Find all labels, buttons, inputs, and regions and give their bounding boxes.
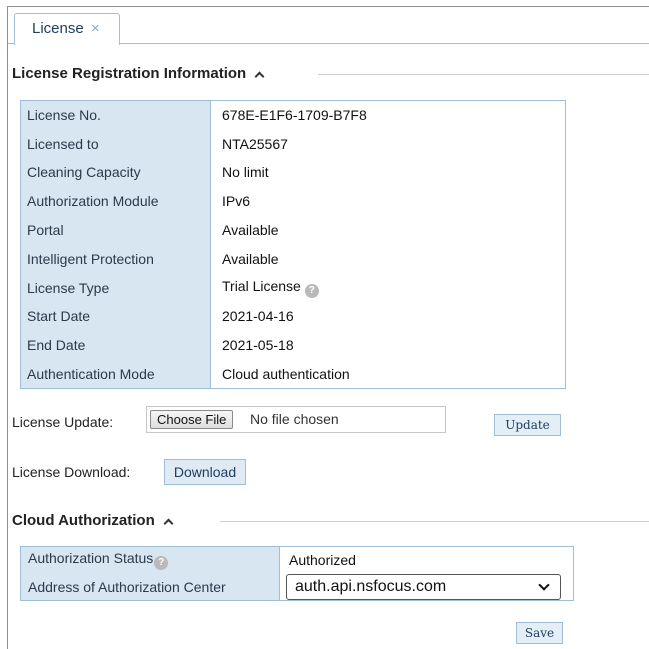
row-key: Authorization Module	[20, 186, 211, 216]
table-row: License Type Trial License?	[20, 273, 566, 303]
row-value: 2021-05-18	[210, 330, 566, 360]
table-row: License No. 678E-E1F6-1709-B7F8	[20, 100, 566, 130]
authorization-center-value: auth.api.nsfocus.com	[295, 577, 447, 595]
license-section-title: License Registration Information	[12, 65, 247, 82]
row-key: Portal	[20, 215, 211, 245]
license-info-table: License No. 678E-E1F6-1709-B7F8 Licensed …	[20, 100, 566, 389]
table-row: Start Date 2021-04-16	[20, 302, 566, 331]
row-value: NTA25567	[210, 129, 566, 159]
row-value: Available	[210, 215, 566, 245]
help-icon[interactable]: ?	[154, 556, 169, 571]
choose-file-button[interactable]: Choose File	[150, 410, 234, 429]
row-value: 678E-E1F6-1709-B7F8	[210, 100, 566, 130]
tab-bar: License ×	[8, 7, 649, 45]
no-file-chosen-text: No file chosen	[250, 411, 339, 427]
row-key: Authorization Status?	[20, 546, 280, 574]
table-row: End Date 2021-05-18	[20, 330, 566, 360]
table-row: Address of Authorization Center auth.api…	[20, 573, 574, 601]
row-key: License Type	[20, 273, 211, 303]
table-row: Portal Available	[20, 215, 566, 245]
update-button[interactable]: Update	[494, 414, 561, 436]
license-section-header[interactable]: License Registration Information	[12, 64, 264, 84]
row-value: IPv6	[210, 186, 566, 216]
authorization-center-select[interactable]: auth.api.nsfocus.com	[286, 573, 561, 600]
download-button[interactable]: Download	[164, 459, 246, 485]
cloud-auth-table: Authorization Status? Authorized Address…	[20, 546, 574, 601]
row-key: Authentication Mode	[20, 359, 211, 389]
table-row: Authorization Module IPv6	[20, 186, 566, 216]
table-row: Authentication Mode Cloud authentication	[20, 359, 566, 389]
row-value: No limit	[210, 158, 566, 187]
table-row: Licensed to NTA25567	[20, 129, 566, 159]
tab-license-label: License	[32, 20, 84, 37]
section-divider	[318, 74, 649, 75]
chevron-down-icon	[538, 579, 550, 591]
row-key: License No.	[20, 100, 211, 130]
help-icon[interactable]: ?	[304, 283, 319, 298]
section-divider	[220, 521, 649, 522]
authorization-status-value: Authorized	[279, 546, 574, 574]
save-button[interactable]: Save	[516, 622, 563, 644]
row-value: Cloud authentication	[210, 359, 566, 389]
row-value-license-type: Trial License?	[210, 273, 566, 303]
row-key: Start Date	[20, 302, 211, 331]
cloud-section-title: Cloud Authorization	[12, 512, 155, 529]
close-icon[interactable]: ×	[91, 20, 100, 37]
collapse-caret-icon[interactable]	[163, 516, 173, 526]
license-type-value: Trial License	[222, 277, 301, 294]
row-key: Intelligent Protection	[20, 244, 211, 274]
tab-license[interactable]: License ×	[14, 13, 120, 45]
license-download-label: License Download:	[12, 464, 131, 480]
authorization-status-label: Authorization Status	[28, 550, 154, 567]
row-key: Cleaning Capacity	[20, 158, 211, 187]
license-update-label: License Update:	[12, 414, 114, 430]
collapse-caret-icon[interactable]	[254, 69, 264, 79]
row-key: Licensed to	[20, 129, 211, 159]
row-value: auth.api.nsfocus.com	[279, 573, 574, 601]
table-row: Intelligent Protection Available	[20, 244, 566, 274]
row-key: Address of Authorization Center	[20, 573, 280, 601]
table-row: Cleaning Capacity No limit	[20, 158, 566, 187]
file-input[interactable]: Choose File No file chosen	[146, 406, 446, 433]
cloud-section-header[interactable]: Cloud Authorization	[12, 511, 173, 531]
row-value: Available	[210, 244, 566, 274]
row-key: End Date	[20, 330, 211, 360]
row-value: 2021-04-16	[210, 302, 566, 331]
table-row: Authorization Status? Authorized	[20, 546, 574, 574]
